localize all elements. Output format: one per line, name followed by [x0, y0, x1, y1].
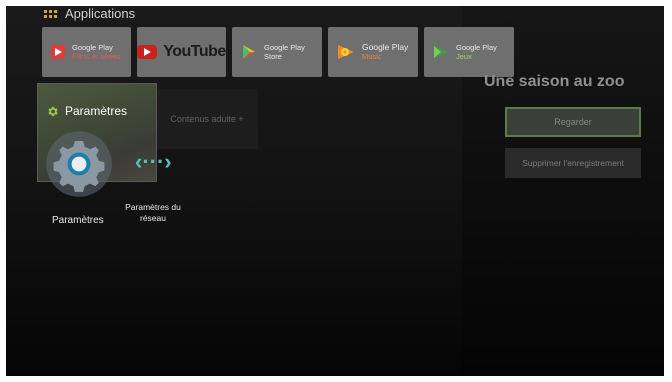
youtube-icon [137, 45, 158, 59]
app-name: Google Play [72, 43, 113, 52]
app-tile-play-music[interactable]: Google Play Music [328, 27, 418, 77]
apps-section-title: Applications [65, 6, 136, 21]
app-name: Google Play [456, 43, 497, 52]
gear-icon [48, 106, 58, 116]
apps-section-header: Applications [44, 6, 135, 21]
adult-content-card[interactable]: Contenus adulte + [156, 89, 258, 149]
play-music-icon [338, 45, 354, 59]
network-arrows-icon[interactable]: ‹···› [135, 149, 172, 175]
app-subname: Films et séries [72, 52, 121, 61]
play-movies-icon [51, 45, 65, 59]
settings-shortcut-label: Paramètres [52, 215, 104, 226]
adult-content-label: Contenus adulte + [170, 114, 244, 124]
program-title: Une saison au zoo [484, 73, 625, 90]
app-name: Google Play [362, 42, 409, 52]
watch-button[interactable]: Regarder [505, 107, 641, 137]
settings-card-title: Paramètres [65, 104, 128, 118]
gear-icon[interactable] [38, 123, 120, 205]
app-tile-play-movies[interactable]: Google Play Films et séries [42, 27, 131, 77]
play-games-icon [434, 46, 448, 58]
app-tile-play-store[interactable]: Google Play Store [232, 27, 322, 77]
app-subname: Music [362, 52, 382, 61]
app-tile-play-games[interactable]: Google Play Jeux [424, 27, 514, 77]
app-name: Google Play [264, 43, 305, 52]
tv-screen: Applications Google Play Films et séries… [6, 6, 664, 376]
app-subname: Store [264, 52, 282, 61]
app-name: YouTube [163, 43, 226, 60]
app-subname: Jeux [456, 52, 472, 61]
grid-icon [44, 9, 57, 18]
play-store-icon [243, 45, 255, 59]
app-tile-youtube[interactable]: YouTube [137, 27, 226, 77]
network-settings-label: Paramètres du réseau [125, 202, 181, 223]
delete-recording-button[interactable]: Supprimer l'enregistrement [505, 148, 641, 178]
